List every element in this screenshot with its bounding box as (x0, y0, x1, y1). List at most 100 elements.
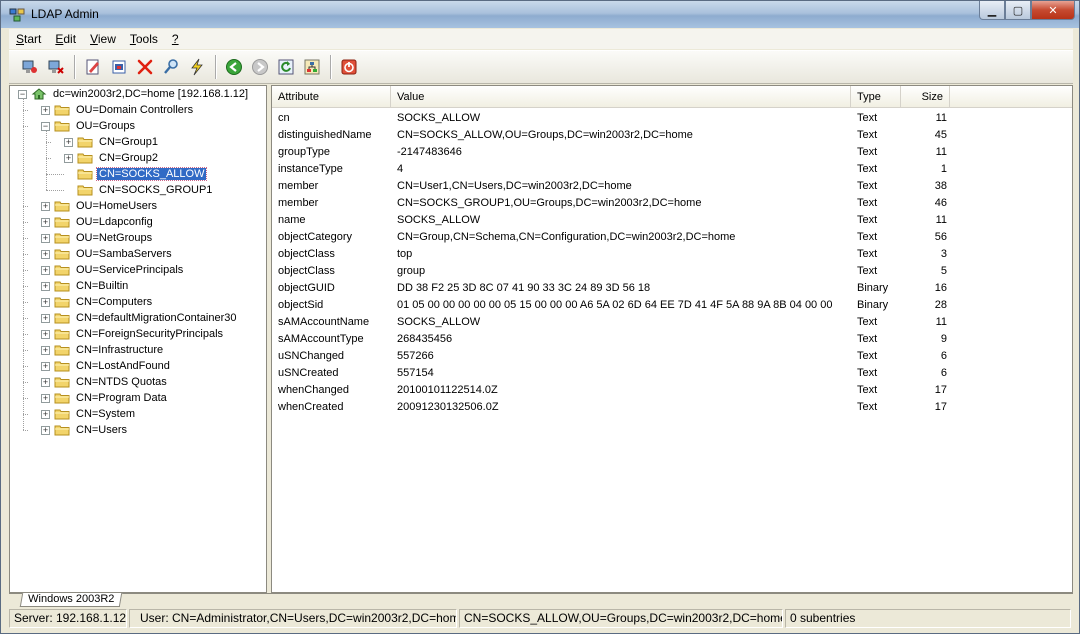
table-row[interactable]: groupType -2147483646 Text 11 (272, 144, 1072, 161)
tree-node[interactable]: + OU=Domain Controllers (41, 102, 195, 118)
tree-node[interactable]: + CN=Builtin (41, 278, 130, 294)
expand-icon[interactable]: + (41, 265, 50, 275)
table-row[interactable]: objectClass top Text 3 (272, 246, 1072, 263)
table-row[interactable]: distinguishedName CN=SOCKS_ALLOW,OU=Group… (272, 127, 1072, 144)
close-button[interactable]: ✕ (1031, 1, 1075, 20)
table-row[interactable]: objectSid 01 05 00 00 00 00 00 05 15 00 0… (272, 297, 1072, 314)
attribute-grid[interactable]: Attribute Value Type Size cn SOCKS_ALLOW T… (271, 85, 1073, 593)
properties-button[interactable] (106, 54, 132, 80)
table-row[interactable]: sAMAccountType 268435456 Text 9 (272, 331, 1072, 348)
tree-node[interactable]: CN=SOCKS_GROUP1 (64, 182, 214, 198)
table-row[interactable]: objectCategory CN=Group,CN=Schema,CN=Conf… (272, 229, 1072, 246)
column-header-attribute[interactable]: Attribute (272, 86, 391, 108)
tree-node[interactable]: + CN=LostAndFound (41, 358, 172, 374)
tree-node[interactable]: + CN=ForeignSecurityPrincipals (41, 326, 225, 342)
tree-node[interactable]: + OU=SambaServers (41, 246, 174, 262)
tree-node[interactable]: + CN=Group1 (64, 134, 160, 150)
expand-icon[interactable]: + (41, 297, 50, 307)
tree-node-label[interactable]: CN=Infrastructure (74, 344, 165, 356)
tree-node[interactable]: + OU=Ldapconfig (41, 214, 155, 230)
tree-node-label[interactable]: OU=Ldapconfig (74, 216, 155, 228)
table-row[interactable]: member CN=User1,CN=Users,DC=win2003r2,DC=… (272, 178, 1072, 195)
expand-icon[interactable]: + (41, 105, 50, 115)
tree-node-label[interactable]: CN=Group2 (97, 152, 160, 164)
expand-icon[interactable]: + (41, 393, 50, 403)
tree-node-label[interactable]: CN=Program Data (74, 392, 169, 404)
tree-node-label[interactable]: CN=Group1 (97, 136, 160, 148)
search-button[interactable] (158, 54, 184, 80)
table-row[interactable]: cn SOCKS_ALLOW Text 11 (272, 110, 1072, 127)
table-row[interactable]: name SOCKS_ALLOW Text 11 (272, 212, 1072, 229)
edit-entry-button[interactable] (80, 54, 106, 80)
tree-node-label[interactable]: OU=Domain Controllers (74, 104, 195, 116)
back-button[interactable] (221, 54, 247, 80)
tree-node[interactable]: + CN=Program Data (41, 390, 169, 406)
collapse-icon[interactable]: − (41, 121, 50, 131)
tree-node[interactable]: + CN=System (41, 406, 137, 422)
title-bar[interactable]: LDAP Admin ▁ ▢ ✕ (1, 1, 1079, 28)
column-header-type[interactable]: Type (851, 86, 901, 108)
tree-node-label[interactable]: CN=SOCKS_ALLOW (95, 167, 208, 181)
tree-node[interactable]: + OU=HomeUsers (41, 198, 159, 214)
tree-node-label[interactable]: CN=ForeignSecurityPrincipals (74, 328, 225, 340)
tree-node-label[interactable]: OU=ServicePrincipals (74, 264, 185, 276)
delete-button[interactable] (132, 54, 158, 80)
expand-icon[interactable]: + (41, 313, 50, 323)
expand-icon[interactable]: + (64, 153, 73, 163)
action-button[interactable] (184, 54, 210, 80)
tree-node-label[interactable]: OU=SambaServers (74, 248, 174, 260)
tree-node[interactable]: + CN=Infrastructure (41, 342, 165, 358)
column-header-value[interactable]: Value (391, 86, 851, 108)
tree-node[interactable]: + CN=NTDS Quotas (41, 374, 169, 390)
menu-item-0[interactable]: Start (9, 32, 48, 46)
tree-node[interactable]: + CN=defaultMigrationContainer30 (41, 310, 239, 326)
connect-button[interactable] (17, 54, 43, 80)
tree-node[interactable]: CN=SOCKS_ALLOW (64, 166, 208, 182)
directory-tree[interactable]: − dc=win2003r2,DC=home [192.168.1.12] + O… (9, 85, 267, 593)
tree-root-label[interactable]: dc=win2003r2,DC=home [192.168.1.12] (51, 88, 250, 100)
tree-root[interactable]: − dc=win2003r2,DC=home [192.168.1.12] (18, 86, 250, 102)
tree-node-label[interactable]: CN=Builtin (74, 280, 130, 292)
tab-windows-2003r2[interactable]: Windows 2003R2 (19, 593, 123, 607)
tree-node-label[interactable]: CN=SOCKS_GROUP1 (97, 184, 214, 196)
table-row[interactable]: whenChanged 20100101122514.0Z Text 17 (272, 382, 1072, 399)
tree-node-label[interactable]: OU=NetGroups (74, 232, 154, 244)
menu-item-2[interactable]: View (83, 32, 123, 46)
table-row[interactable]: objectGUID DD 38 F2 25 3D 8C 07 41 90 33 … (272, 280, 1072, 297)
tree-node-label[interactable]: OU=Groups (74, 120, 137, 132)
expand-icon[interactable]: + (41, 409, 50, 419)
expand-icon[interactable]: + (41, 361, 50, 371)
forward-button[interactable] (247, 54, 273, 80)
table-row[interactable]: sAMAccountName SOCKS_ALLOW Text 11 (272, 314, 1072, 331)
expand-icon[interactable]: + (41, 329, 50, 339)
tree-node[interactable]: − OU=Groups (41, 118, 137, 134)
table-row[interactable]: whenCreated 20091230132506.0Z Text 17 (272, 399, 1072, 416)
expand-icon[interactable]: + (41, 217, 50, 227)
tree-node[interactable]: + OU=ServicePrincipals (41, 262, 185, 278)
expand-icon[interactable]: + (41, 345, 50, 355)
menu-item-4[interactable]: ? (165, 32, 186, 46)
expand-icon[interactable]: + (41, 201, 50, 211)
schema-button[interactable] (299, 54, 325, 80)
tree-node-label[interactable]: OU=HomeUsers (74, 200, 159, 212)
table-row[interactable]: uSNChanged 557266 Text 6 (272, 348, 1072, 365)
expand-icon[interactable]: + (41, 425, 50, 435)
expand-icon[interactable]: + (41, 249, 50, 259)
tree-node-label[interactable]: CN=NTDS Quotas (74, 376, 169, 388)
table-row[interactable]: instanceType 4 Text 1 (272, 161, 1072, 178)
expand-icon[interactable]: + (41, 233, 50, 243)
disconnect-button[interactable] (43, 54, 69, 80)
expand-icon[interactable]: + (41, 377, 50, 387)
tree-node[interactable]: + CN=Group2 (64, 150, 160, 166)
tree-node[interactable]: + CN=Users (41, 422, 129, 438)
table-row[interactable]: member CN=SOCKS_GROUP1,OU=Groups,DC=win20… (272, 195, 1072, 212)
expand-icon[interactable]: + (64, 137, 73, 147)
refresh-button[interactable] (273, 54, 299, 80)
expand-icon[interactable]: + (41, 281, 50, 291)
tree-node-label[interactable]: CN=LostAndFound (74, 360, 172, 372)
tree-node[interactable]: + OU=NetGroups (41, 230, 154, 246)
table-row[interactable]: objectClass group Text 5 (272, 263, 1072, 280)
menu-item-1[interactable]: Edit (48, 32, 83, 46)
tree-node-label[interactable]: CN=defaultMigrationContainer30 (74, 312, 239, 324)
table-row[interactable]: uSNCreated 557154 Text 6 (272, 365, 1072, 382)
